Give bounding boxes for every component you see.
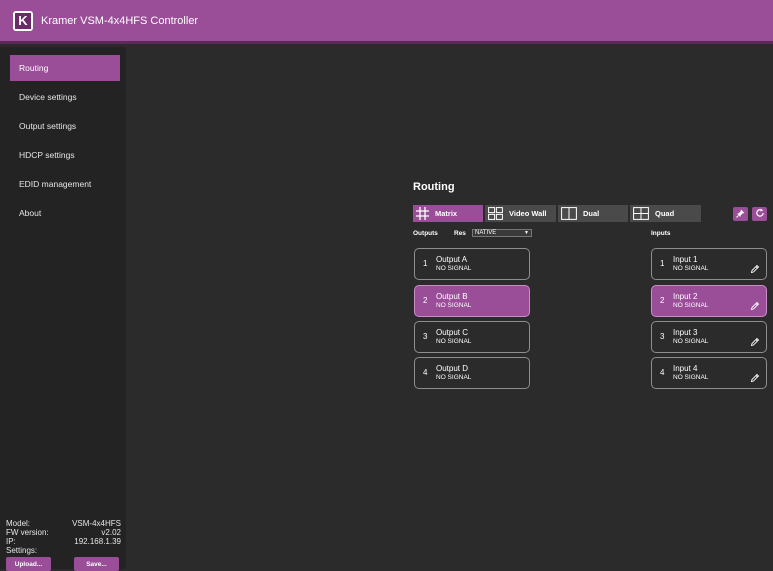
output-name: Output B xyxy=(436,292,468,301)
tab-label: Video Wall xyxy=(509,209,547,218)
sidebar-item-edid-management[interactable]: EDID management xyxy=(10,171,120,197)
input-name: Input 4 xyxy=(673,364,698,373)
input-number: 3 xyxy=(660,332,665,341)
dual-icon xyxy=(561,207,577,220)
pin-button[interactable] xyxy=(733,207,748,221)
output-name: Output C xyxy=(436,328,469,337)
sidebar-item-routing[interactable]: Routing xyxy=(10,55,120,81)
input-signal-status: NO SIGNAL xyxy=(673,265,709,272)
page-title: Routing xyxy=(413,181,455,193)
input-number: 4 xyxy=(660,368,665,377)
settings-label: Settings: xyxy=(6,546,38,555)
output-card-c[interactable]: 3 Output C NO SIGNAL xyxy=(414,321,530,353)
input-name: Input 2 xyxy=(673,292,698,301)
kramer-logo: K xyxy=(13,10,33,31)
chevron-down-icon: ▼ xyxy=(524,230,529,236)
sidebar-item-about[interactable]: About xyxy=(10,200,120,226)
input-number: 2 xyxy=(660,296,665,305)
fw-version-label: FW version: xyxy=(6,528,49,537)
inputs-label: Inputs xyxy=(651,230,671,237)
pin-icon xyxy=(736,205,745,223)
video-wall-icon xyxy=(488,207,503,220)
output-signal-status: NO SIGNAL xyxy=(436,265,472,272)
input-card-1[interactable]: 1 Input 1 NO SIGNAL xyxy=(651,248,767,280)
res-label: Res xyxy=(454,230,466,237)
tab-label: Dual xyxy=(583,209,600,218)
input-name: Input 1 xyxy=(673,255,698,264)
pencil-icon[interactable] xyxy=(750,261,760,279)
tab-video-wall[interactable]: Video Wall xyxy=(485,205,556,222)
output-number: 3 xyxy=(423,332,428,341)
sidebar-item-hdcp-settings[interactable]: HDCP settings xyxy=(10,142,120,168)
input-card-2[interactable]: 2 Input 2 NO SIGNAL xyxy=(651,285,767,317)
input-signal-status: NO SIGNAL xyxy=(673,302,709,309)
output-signal-status: NO SIGNAL xyxy=(436,374,472,381)
pencil-icon[interactable] xyxy=(750,370,760,388)
output-card-d[interactable]: 4 Output D NO SIGNAL xyxy=(414,357,530,389)
sidebar-item-device-settings[interactable]: Device settings xyxy=(10,84,120,110)
output-card-b[interactable]: 2 Output B NO SIGNAL xyxy=(414,285,530,317)
pencil-icon[interactable] xyxy=(750,334,760,352)
output-name: Output A xyxy=(436,255,468,264)
tab-dual[interactable]: Dual xyxy=(558,205,628,222)
ip-value: 192.168.1.39 xyxy=(74,537,121,546)
tab-quad[interactable]: Quad xyxy=(630,205,701,222)
output-signal-status: NO SIGNAL xyxy=(436,338,472,345)
tab-matrix[interactable]: Matrix xyxy=(413,205,483,222)
model-value: VSM-4x4HFS xyxy=(72,519,121,528)
output-signal-status: NO SIGNAL xyxy=(436,302,472,309)
tab-label: Quad xyxy=(655,209,675,218)
input-card-3[interactable]: 3 Input 3 NO SIGNAL xyxy=(651,321,767,353)
model-label: Model: xyxy=(6,519,31,528)
input-name: Input 3 xyxy=(673,328,698,337)
output-card-a[interactable]: 1 Output A NO SIGNAL xyxy=(414,248,530,280)
input-card-4[interactable]: 4 Input 4 NO SIGNAL xyxy=(651,357,767,389)
output-number: 4 xyxy=(423,368,428,377)
resolution-select[interactable]: NATIVE ▼ xyxy=(472,229,532,237)
input-number: 1 xyxy=(660,259,665,268)
sidebar-item-output-settings[interactable]: Output settings xyxy=(10,113,120,139)
output-number: 1 xyxy=(423,259,428,268)
pencil-icon[interactable] xyxy=(750,298,760,316)
outputs-label: Outputs xyxy=(413,230,438,237)
app-title: Kramer VSM-4x4HFS Controller xyxy=(41,14,199,27)
quad-icon xyxy=(633,207,649,220)
sidebar: Routing Device settings Output settings … xyxy=(0,47,126,569)
input-signal-status: NO SIGNAL xyxy=(673,338,709,345)
tab-label: Matrix xyxy=(435,209,458,218)
input-signal-status: NO SIGNAL xyxy=(673,374,709,381)
ip-label: IP: xyxy=(6,537,16,546)
fw-version-value: v2.02 xyxy=(101,528,121,537)
resolution-value: NATIVE xyxy=(475,230,497,236)
device-info: Model: VSM-4x4HFS FW version: v2.02 IP: 192… xyxy=(6,519,121,555)
refresh-button[interactable] xyxy=(752,207,767,221)
output-number: 2 xyxy=(423,296,428,305)
title-bar: K Kramer VSM-4x4HFS Controller xyxy=(0,0,773,44)
refresh-icon xyxy=(755,205,765,223)
grid-icon xyxy=(416,207,429,220)
output-name: Output D xyxy=(436,364,469,373)
